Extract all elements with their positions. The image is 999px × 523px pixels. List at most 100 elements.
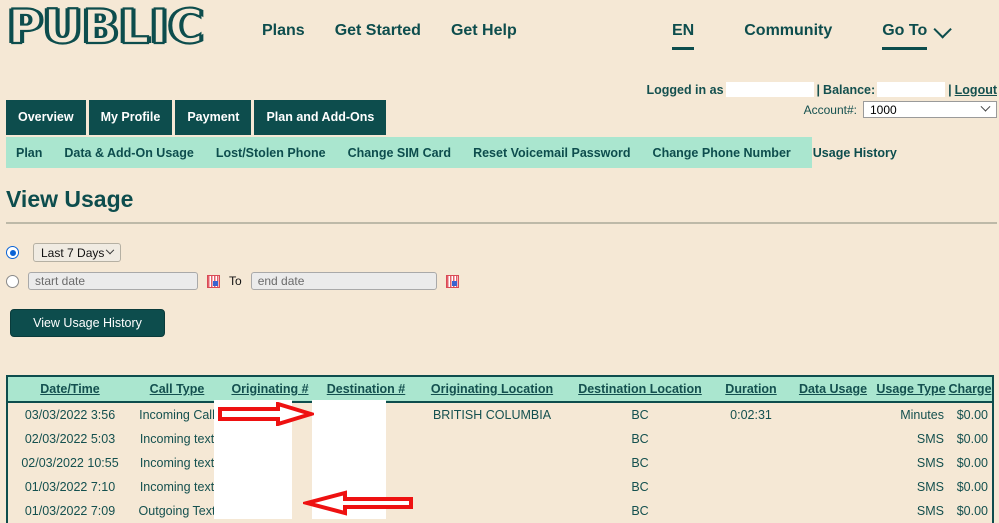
col-charge[interactable]: Charge [948, 375, 993, 403]
cell-charge: $0.00 [948, 427, 993, 451]
chevron-down-icon [105, 245, 115, 254]
calendar-icon-start[interactable] [207, 274, 220, 288]
radio-preset-range[interactable] [6, 246, 19, 259]
title-divider [6, 222, 997, 224]
radio-custom-range[interactable] [6, 274, 19, 288]
tab-plan-and-add-ons[interactable]: Plan and Add-Ons [254, 100, 387, 135]
cell-duration [710, 475, 792, 499]
destination-number-redaction [312, 400, 386, 519]
cell-date-time: 02/03/2022 10:55 [7, 451, 132, 475]
preset-range-row: Last 7 Days [6, 243, 121, 262]
col-destination-location[interactable]: Destination Location [570, 375, 710, 403]
primary-nav: Plans Get Started Get Help [262, 22, 517, 40]
cell-duration [710, 427, 792, 451]
cell-date-time: 03/03/2022 3:56 [7, 402, 132, 427]
table-row: 01/03/2022 7:09 Outgoing Text BC SMS $0.… [7, 499, 993, 523]
nav-plans[interactable]: Plans [262, 22, 305, 40]
cell-usage-type: SMS [874, 499, 948, 523]
end-date-input[interactable]: end date [250, 272, 437, 290]
cell-originating-location [414, 475, 570, 499]
cell-charge: $0.00 [948, 402, 993, 427]
page-title: View Usage [6, 186, 134, 212]
col-usage-type[interactable]: Usage Type [874, 375, 948, 403]
cell-destination-location: BC [570, 475, 710, 499]
col-destination-number[interactable]: Destination # [318, 375, 414, 403]
nav-community[interactable]: Community [744, 22, 832, 40]
nav-go-to[interactable]: Go To [882, 19, 953, 50]
cell-call-type: Incoming text [132, 427, 222, 451]
usage-table-container: Date/Time Call Type Originating # Destin… [6, 375, 994, 523]
cell-originating-location [414, 451, 570, 475]
nav-get-help[interactable]: Get Help [451, 22, 517, 40]
account-number-label: Account#: [803, 102, 857, 117]
calendar-icon-end[interactable] [445, 274, 459, 288]
cell-originating-location [414, 499, 570, 523]
custom-range-row: start date To end date [6, 272, 459, 290]
cell-data-usage [792, 402, 874, 427]
col-originating-location[interactable]: Originating Location [414, 375, 570, 403]
cell-data-usage [792, 499, 874, 523]
account-number-value: 1000 [870, 102, 897, 117]
col-originating-number[interactable]: Originating # [222, 375, 318, 403]
subnav-plan[interactable]: Plan [16, 146, 42, 160]
cell-duration: 0:02:31 [710, 402, 792, 427]
cell-call-type: Outgoing Text [132, 499, 222, 523]
cell-call-type: Incoming Call [132, 402, 222, 427]
table-row: 03/03/2022 3:56 Incoming Call BRITISH CO… [7, 402, 993, 427]
cell-destination-location: BC [570, 451, 710, 475]
separator-1: | [816, 82, 821, 97]
usage-table: Date/Time Call Type Originating # Destin… [6, 375, 994, 523]
cell-usage-type: Minutes [874, 402, 948, 427]
cell-charge: $0.00 [948, 499, 993, 523]
to-label: To [229, 274, 242, 288]
logged-in-bar: Logged in as | Balance: | Logout [646, 82, 997, 97]
col-call-type[interactable]: Call Type [132, 375, 222, 403]
cell-usage-type: SMS [874, 427, 948, 451]
cell-call-type: Incoming text [132, 451, 222, 475]
start-date-input[interactable]: start date [28, 272, 198, 290]
cell-data-usage [792, 475, 874, 499]
cell-data-usage [792, 451, 874, 475]
public-logo[interactable]: PUBLIC [7, 3, 205, 52]
subnav-data-add-on-usage[interactable]: Data & Add-On Usage [64, 146, 193, 160]
preset-range-select[interactable]: Last 7 Days [33, 243, 121, 262]
cell-duration [710, 451, 792, 475]
account-tabs: Overview My Profile Payment Plan and Add… [6, 100, 387, 135]
cell-call-type: Incoming text [132, 475, 222, 499]
cell-destination-location: BC [570, 402, 710, 427]
separator-2: | [948, 82, 952, 97]
table-row: 01/03/2022 7:10 Incoming text BC SMS $0.… [7, 475, 993, 499]
cell-date-time: 01/03/2022 7:09 [7, 499, 132, 523]
cell-usage-type: SMS [874, 475, 948, 499]
cell-duration [710, 499, 792, 523]
tab-my-profile[interactable]: My Profile [88, 100, 173, 135]
cell-charge: $0.00 [948, 475, 993, 499]
table-row: 02/03/2022 5:03 Incoming text BC SMS $0.… [7, 427, 993, 451]
site-header: PUBLIC Plans Get Started Get Help EN Com… [0, 0, 999, 70]
cell-originating-location [414, 427, 570, 451]
usage-table-header: Date/Time Call Type Originating # Destin… [7, 375, 993, 403]
account-selector-row: Account#: 1000 [804, 101, 997, 118]
tab-overview[interactable]: Overview [6, 100, 86, 135]
subnav-change-sim-card[interactable]: Change SIM Card [348, 146, 452, 160]
col-date-time[interactable]: Date/Time [7, 375, 132, 403]
logged-in-value-redacted [725, 82, 814, 97]
subnav-lost-stolen-phone[interactable]: Lost/Stolen Phone [216, 146, 326, 160]
nav-language-en[interactable]: EN [672, 22, 695, 50]
col-data-usage[interactable]: Data Usage [792, 375, 874, 403]
cell-usage-type: SMS [874, 451, 948, 475]
sub-navigation: Plan Data & Add-On Usage Lost/Stolen Pho… [6, 137, 897, 168]
cell-date-time: 02/03/2022 5:03 [7, 427, 132, 451]
subnav-usage-history[interactable]: Usage History [813, 146, 897, 160]
nav-get-started[interactable]: Get Started [335, 22, 421, 40]
subnav-reset-voicemail-password[interactable]: Reset Voicemail Password [473, 146, 630, 160]
balance-value-redacted [877, 82, 946, 97]
secondary-nav: EN Community Go To [672, 19, 953, 50]
tab-payment[interactable]: Payment [175, 100, 252, 135]
logout-link[interactable]: Logout [955, 83, 997, 97]
subnav-change-phone-number[interactable]: Change Phone Number [653, 146, 791, 160]
cell-charge: $0.00 [948, 451, 993, 475]
view-usage-history-button[interactable]: View Usage History [10, 309, 165, 337]
account-number-select[interactable]: 1000 [863, 101, 997, 118]
col-duration[interactable]: Duration [710, 375, 792, 403]
